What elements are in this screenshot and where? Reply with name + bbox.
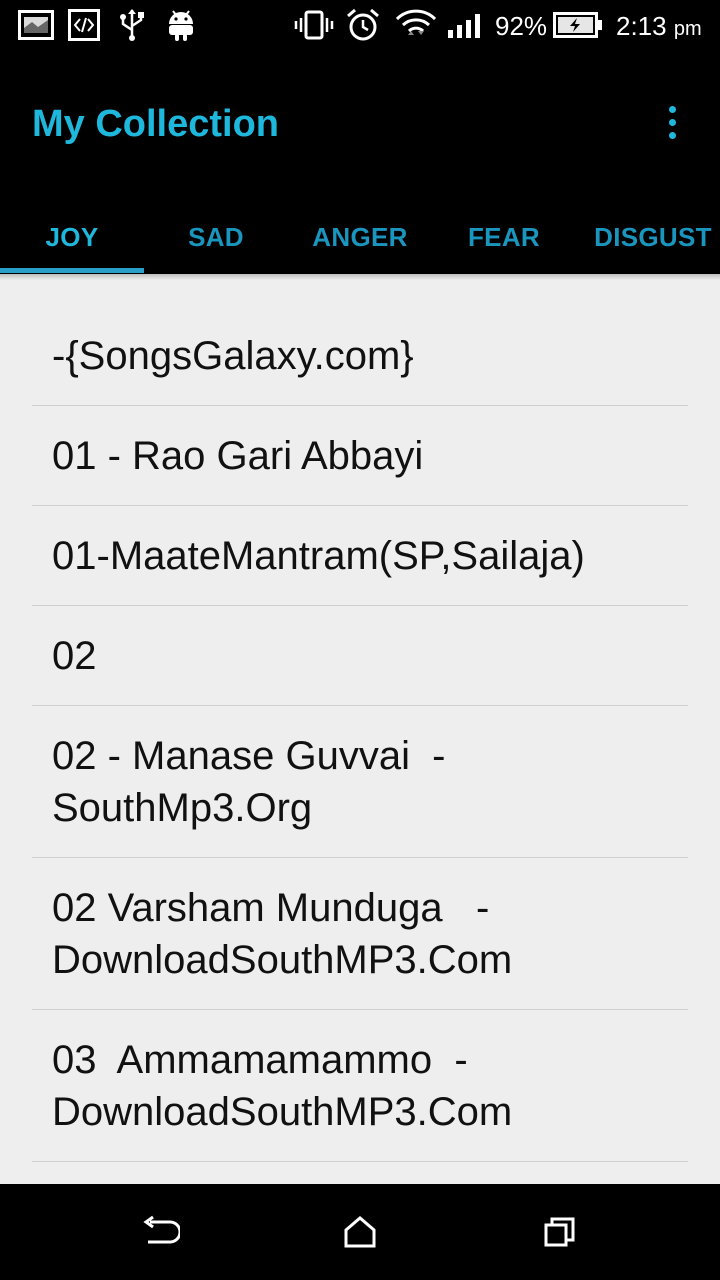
- song-list-container: -{SongsGalaxy.com} 01 - Rao Gari Abbayi …: [0, 274, 720, 1184]
- song-item[interactable]: 01 - Rao Gari Abbayi: [32, 406, 688, 506]
- clock: 2:13 pm: [616, 9, 702, 46]
- song-title: -{SongsGalaxy.com}: [52, 333, 414, 378]
- tab-anger[interactable]: ANGER: [288, 200, 432, 274]
- song-title: 01-MaateMantram(SP,Sailaja): [52, 533, 585, 578]
- developer-code-icon: [66, 8, 102, 42]
- song-item[interactable]: 02 Varsham Munduga - DownloadSouthMP3.Co…: [32, 858, 688, 1010]
- vibrate-icon: [294, 8, 334, 42]
- song-item[interactable]: 02 - Manase Guvvai - SouthMp3.Org: [32, 706, 688, 858]
- screenshot-icon: [16, 8, 56, 42]
- recents-icon[interactable]: [530, 1206, 590, 1258]
- clock-time: 2:13: [616, 11, 667, 41]
- android-icon: [164, 8, 198, 42]
- song-title: 03 Ammamamammo - DownloadSouthMP3.Com: [52, 1037, 513, 1134]
- song-item[interactable]: -{SongsGalaxy.com}: [32, 306, 688, 406]
- signal-icon: [446, 8, 488, 42]
- tab-sad[interactable]: SAD: [144, 200, 288, 274]
- status-bar: 92% 2:13 pm: [0, 0, 720, 50]
- wifi-icon: [394, 8, 438, 42]
- tab-fear[interactable]: FEAR: [432, 200, 576, 274]
- back-icon[interactable]: [130, 1206, 190, 1258]
- tab-bar: JOY SAD ANGER FEAR DISGUST: [0, 200, 720, 274]
- song-title: 02: [52, 633, 97, 678]
- more-vert-icon[interactable]: [650, 100, 694, 144]
- song-item[interactable]: 03 Ammamamammo - DownloadSouthMP3.Com: [32, 1010, 688, 1162]
- battery-charging-icon: [552, 8, 604, 42]
- app-title: My Collection: [32, 103, 280, 145]
- battery-percent: 92%: [495, 11, 548, 41]
- tab-joy[interactable]: JOY: [0, 200, 144, 274]
- tab-indicator: [0, 268, 144, 273]
- usb-icon: [114, 8, 150, 42]
- alarm-icon: [344, 8, 382, 42]
- home-icon[interactable]: [330, 1206, 390, 1258]
- clock-suffix: pm: [673, 18, 702, 40]
- song-item[interactable]: 01-MaateMantram(SP,Sailaja): [32, 506, 688, 606]
- song-list: -{SongsGalaxy.com} 01 - Rao Gari Abbayi …: [32, 306, 688, 1162]
- song-title: 02 - Manase Guvvai - SouthMp3.Org: [52, 733, 446, 830]
- action-bar: My Collection: [0, 50, 720, 200]
- tab-disgust[interactable]: DISGUST: [578, 200, 720, 274]
- navigation-bar: [0, 1184, 720, 1280]
- tab-shadow: [0, 274, 720, 280]
- song-item[interactable]: 02: [32, 606, 688, 706]
- song-title: 01 - Rao Gari Abbayi: [52, 433, 424, 478]
- song-title: 02 Varsham Munduga - DownloadSouthMP3.Co…: [52, 885, 513, 982]
